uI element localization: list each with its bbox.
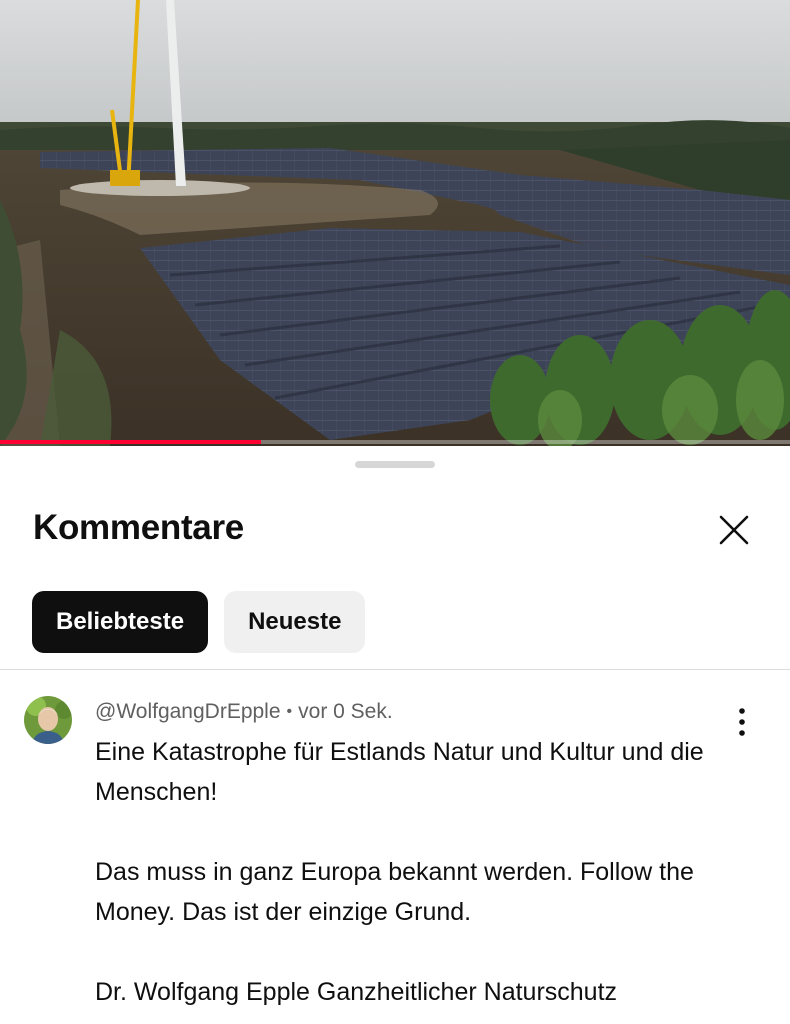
avatar[interactable] xyxy=(24,696,72,744)
paragraph-spacer xyxy=(95,932,735,972)
comment-paragraph: Das muss in ganz Europa bekannt werden. … xyxy=(95,858,694,926)
paragraph-spacer xyxy=(95,812,735,852)
comments-sheet: Kommentare Beliebteste Neueste @Wolfgang… xyxy=(0,446,790,1024)
comment-timestamp: vor 0 Sek. xyxy=(298,700,393,723)
avatar-image xyxy=(24,696,72,744)
chip-top-comments[interactable]: Beliebteste xyxy=(32,591,209,653)
chip-newest[interactable]: Neueste xyxy=(224,591,366,653)
video-player[interactable] xyxy=(0,0,790,446)
comment-author[interactable]: @WolfgangDrEpple xyxy=(95,700,281,723)
meta-separator: • xyxy=(286,703,293,720)
video-progress-fill xyxy=(0,440,261,444)
sort-chips: Beliebteste Neueste xyxy=(32,591,366,653)
divider xyxy=(0,669,790,670)
comment-paragraph: Dr. Wolfgang Epple Ganzheitlicher Naturs… xyxy=(95,978,618,1006)
drag-handle[interactable] xyxy=(355,461,435,468)
comment-body: Eine Katastrophe für Estlands Natur und … xyxy=(95,732,735,1012)
comment-paragraph: Eine Katastrophe für Estlands Natur und … xyxy=(95,738,704,806)
app-screen: Kommentare Beliebteste Neueste @Wolfgang… xyxy=(0,0,790,1024)
video-progress-bar[interactable] xyxy=(0,440,790,444)
video-frame-image xyxy=(0,0,790,446)
comment-meta: @WolfgangDrEpple • vor 0 Sek. xyxy=(95,700,393,724)
close-icon xyxy=(719,515,749,545)
close-button[interactable] xyxy=(712,508,756,552)
sheet-title: Kommentare xyxy=(33,508,244,547)
